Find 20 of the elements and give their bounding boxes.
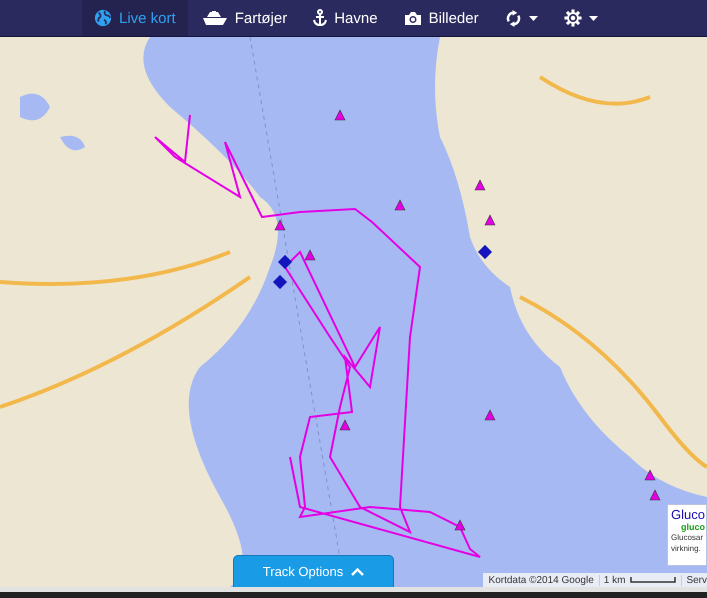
refresh-icon (504, 10, 522, 26)
terms-link[interactable]: Serv (681, 574, 707, 586)
scale-bar-icon (630, 577, 676, 583)
nav-tab[interactable]: Billeder (392, 0, 491, 36)
caret-icon (588, 16, 598, 20)
nav-tab[interactable]: Fartøjer (190, 0, 300, 36)
scale-label: 1 km (598, 574, 626, 586)
ad-url[interactable]: gluco (671, 522, 706, 532)
ship-icon (202, 10, 228, 26)
chevron-icon (351, 568, 364, 576)
ad-text: Glucosar virkning. (671, 532, 704, 554)
ad-title[interactable]: Gluco (671, 507, 706, 522)
camera-icon (404, 10, 422, 26)
nav-tab[interactable]: Live kort (82, 0, 188, 36)
attribution-text: Kortdata ©2014 Google (488, 574, 594, 586)
anchor-icon (313, 9, 328, 27)
caret-icon (528, 16, 538, 20)
gear-icon (564, 9, 582, 27)
globe-icon (94, 9, 112, 27)
nav-tab[interactable]: Havne (301, 0, 390, 36)
